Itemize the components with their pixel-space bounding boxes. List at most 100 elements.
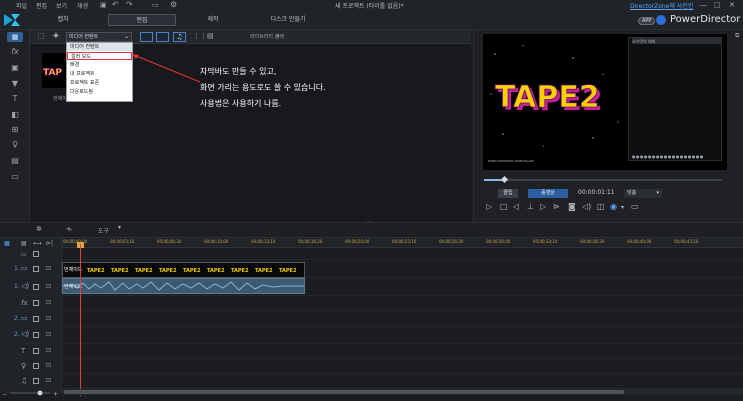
playhead[interactable] (80, 244, 81, 396)
external-display-icon[interactable]: ▭ (631, 202, 639, 211)
undo-icon[interactable]: ↶ (112, 0, 119, 9)
tab-capture[interactable]: 캡처 (35, 14, 91, 26)
import-media-icon[interactable]: ⬚ (38, 32, 45, 40)
menu-file[interactable]: 파일 (16, 1, 27, 10)
display-mode-icon[interactable]: ◉ (610, 202, 617, 211)
title-track-icon: T (21, 347, 26, 355)
timecode[interactable]: 00:00:01:11 (578, 189, 615, 196)
lock-icon[interactable]: ⊡ (46, 265, 51, 272)
track-checkbox[interactable] (33, 300, 39, 306)
maximize-icon[interactable]: □ (714, 1, 721, 9)
fx-room-icon[interactable]: fx (9, 47, 21, 57)
track-checkbox[interactable] (33, 284, 39, 290)
clip-mode-button[interactable]: 클립 (498, 189, 518, 198)
tab-produce[interactable]: 제작 (185, 14, 241, 26)
redo-icon[interactable]: ↷ (126, 0, 133, 9)
fast-forward-icon[interactable]: ⊳ (553, 202, 560, 211)
track-checkbox[interactable] (33, 316, 39, 322)
voice-record-icon[interactable]: ♀ (9, 140, 21, 150)
magic-tool-icon[interactable]: ✲ (36, 225, 42, 233)
lock-icon[interactable]: ⊡ (46, 331, 51, 338)
library-search-label[interactable]: 라이브러리 검색 (250, 32, 286, 42)
lock-icon[interactable]: ⊡ (46, 315, 51, 322)
settings-icon[interactable]: ⚙ (170, 0, 177, 9)
track-manager-icon[interactable]: ▦ (4, 240, 10, 247)
annotation-text: 자막바도 만들 수 있고, 화면 가리는 용도로도 쓸 수 있습니다. 사용법은… (200, 64, 326, 112)
media-room-icon[interactable]: ▦ (7, 32, 23, 42)
pip-room-icon[interactable]: ▣ (9, 63, 21, 73)
zoom-select[interactable]: 맞춤 ▾ (624, 189, 662, 198)
display-mode-chevron-icon[interactable]: ▾ (621, 204, 624, 211)
track-checkbox[interactable] (33, 348, 39, 354)
chapter-room-icon[interactable]: ▤ (9, 156, 21, 166)
dropdown-item-downloaded[interactable]: 다운로드됨 (67, 88, 132, 96)
menu-edit[interactable]: 편집 (36, 1, 47, 10)
annotation-line: 자막바도 만들 수 있고, (200, 67, 277, 76)
music-track-icon: ♫ (21, 377, 28, 385)
signin-link[interactable]: DirectorZone에 사인인 (630, 1, 693, 10)
timeline-zoom-slider[interactable]: − + (0, 389, 62, 397)
lock-icon[interactable]: ⊡ (46, 362, 51, 369)
dropdown-item-background[interactable]: 배경 (67, 61, 132, 69)
lock-icon[interactable]: ⊡ (46, 299, 51, 306)
close-icon[interactable]: ✕ (729, 1, 735, 9)
app-badge[interactable]: APP (638, 17, 656, 25)
particle-room-icon[interactable]: ▼ (9, 79, 21, 89)
media-content-select[interactable]: 미디어 컨텐트 ⌄ (66, 32, 132, 42)
layout-icon[interactable]: ▭ (152, 1, 159, 9)
menu-play[interactable]: 재생 (77, 1, 88, 10)
track-checkbox[interactable] (33, 251, 39, 257)
minimize-icon[interactable]: — (700, 1, 707, 9)
scrollbar-thumb[interactable] (64, 390, 624, 394)
step-icon[interactable]: ⊥ (527, 202, 534, 211)
menu-view[interactable]: 보기 (56, 1, 67, 10)
preview-scrubber[interactable] (484, 179, 722, 181)
marker-icon[interactable]: ⊳| (46, 240, 53, 247)
library-thumbnail[interactable]: TAP (42, 53, 66, 88)
brand-name: PowerDirector (670, 14, 741, 25)
splitter-grip-icon[interactable]: ⋯ (366, 218, 372, 225)
ruler-tick: 00;00;16;20 (298, 239, 323, 244)
storyboard-icon[interactable]: ▤ (21, 240, 27, 247)
detach-icon[interactable]: ⧉ (735, 32, 739, 40)
split-icon[interactable]: ⟛ (66, 225, 72, 234)
tab-create-disc[interactable]: 디스크 만들기 (258, 14, 318, 26)
title-room-icon[interactable]: T (9, 94, 21, 104)
filter-audio-button[interactable]: ♫ (173, 32, 186, 42)
fit-icon[interactable]: ⟷ (33, 240, 42, 247)
next-frame-icon[interactable]: ▷ (540, 202, 546, 211)
search-icon[interactable]: ⌕ (276, 32, 280, 41)
plugin-icon[interactable]: ✚ (53, 32, 59, 40)
subtitle-room-icon[interactable]: ▭ (9, 172, 21, 182)
lock-icon[interactable]: ⊡ (46, 377, 51, 384)
track-checkbox[interactable] (33, 266, 39, 272)
dropdown-item-media-content[interactable]: 미디어 컨텐트 (67, 43, 132, 51)
audio-mixing-icon[interactable]: ⊞ (9, 125, 21, 135)
transition-room-icon[interactable]: ◧ (9, 110, 21, 120)
track-row-title (0, 344, 743, 359)
dropdown-item-my-project[interactable]: 내 프로젝트 (67, 70, 132, 78)
dropdown-item-color-board[interactable]: 컬러 보드 (67, 52, 132, 60)
lock-icon[interactable]: ⊡ (46, 283, 51, 290)
filter-image-button[interactable] (156, 32, 169, 42)
lock-icon[interactable]: ⊡ (46, 347, 51, 354)
save-icon[interactable]: ▣ (100, 1, 107, 9)
movie-mode-button[interactable]: 동영상 (528, 189, 568, 198)
chevron-down-icon[interactable]: ▾ (118, 224, 121, 231)
track-checkbox[interactable] (33, 332, 39, 338)
track-checkbox[interactable] (33, 363, 39, 369)
tools-menu[interactable]: 도구 (98, 226, 109, 235)
stop-icon[interactable]: □ (500, 202, 508, 211)
3d-icon[interactable]: ◫ (597, 202, 605, 211)
snapshot-icon[interactable]: ◙ (568, 202, 576, 211)
chevron-down-icon: ▾ (656, 190, 659, 196)
grid-view-icon[interactable]: ⋮⋮ (193, 32, 207, 40)
tab-edit[interactable]: 편집 (108, 14, 176, 26)
dropdown-item-project-standard[interactable]: 프로젝트 표준 (67, 79, 132, 87)
play-icon[interactable]: ▷ (486, 202, 492, 211)
volume-icon[interactable]: ◁) (582, 202, 591, 211)
filter-video-button[interactable] (140, 32, 153, 42)
track-checkbox[interactable] (33, 378, 39, 384)
list-view-icon[interactable]: ▤ (207, 32, 214, 40)
previous-frame-icon[interactable]: ◁ (513, 202, 519, 211)
